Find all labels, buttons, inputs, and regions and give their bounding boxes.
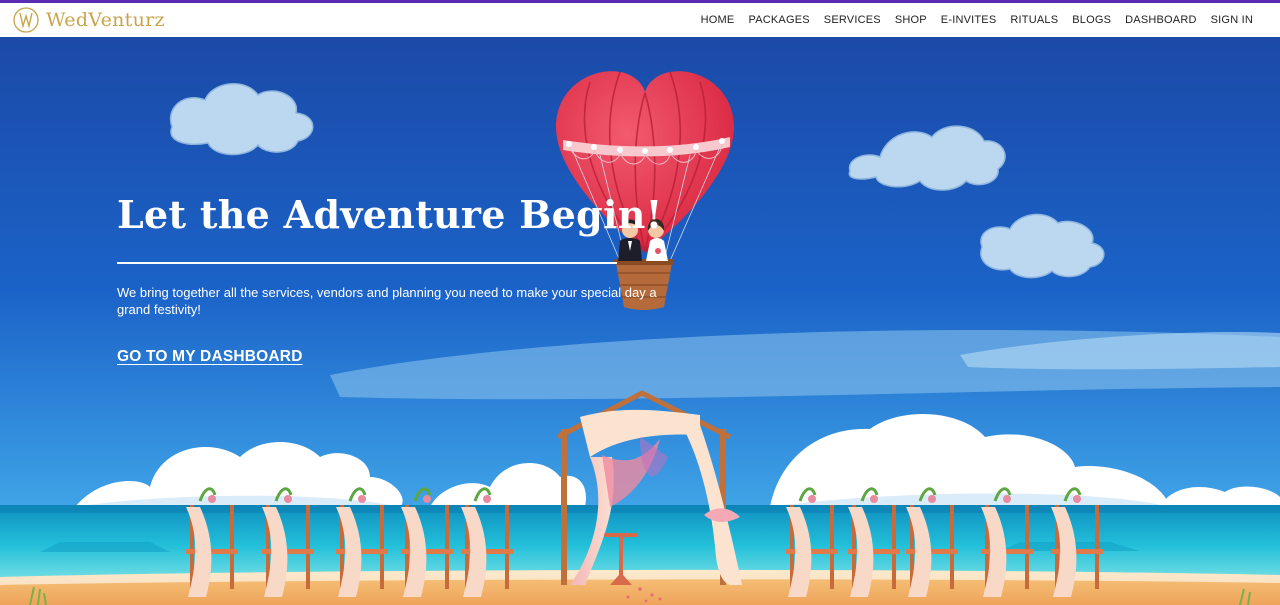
nav-home[interactable]: HOME [694, 14, 742, 26]
nav-e-invites[interactable]: E-INVITES [934, 14, 1004, 26]
hero-title: Let the Adventure Begin! [117, 192, 663, 237]
hero-illustration [0, 37, 1280, 605]
logo-mark-icon [13, 7, 39, 33]
nav-shop[interactable]: SHOP [888, 14, 934, 26]
brand-logo[interactable]: WedVenturz [12, 6, 165, 34]
go-to-dashboard-link[interactable]: GO TO MY DASHBOARD [117, 348, 303, 366]
navbar: WedVenturz HOME PACKAGES SERVICES SHOP E… [0, 3, 1280, 37]
main-nav: HOME PACKAGES SERVICES SHOP E-INVITES RI… [694, 3, 1260, 37]
brand-name: WedVenturz [46, 9, 165, 31]
nav-sign-in[interactable]: SIGN IN [1204, 14, 1260, 26]
hero-section: Let the Adventure Begin! We bring togeth… [0, 37, 1280, 605]
hero-subtitle: We bring together all the services, vend… [117, 285, 657, 317]
nav-packages[interactable]: PACKAGES [741, 14, 816, 26]
nav-blogs[interactable]: BLOGS [1065, 14, 1118, 26]
hero-divider [117, 262, 617, 264]
nav-services[interactable]: SERVICES [817, 14, 888, 26]
nav-rituals[interactable]: RITUALS [1003, 14, 1065, 26]
nav-dashboard[interactable]: DASHBOARD [1118, 14, 1203, 26]
